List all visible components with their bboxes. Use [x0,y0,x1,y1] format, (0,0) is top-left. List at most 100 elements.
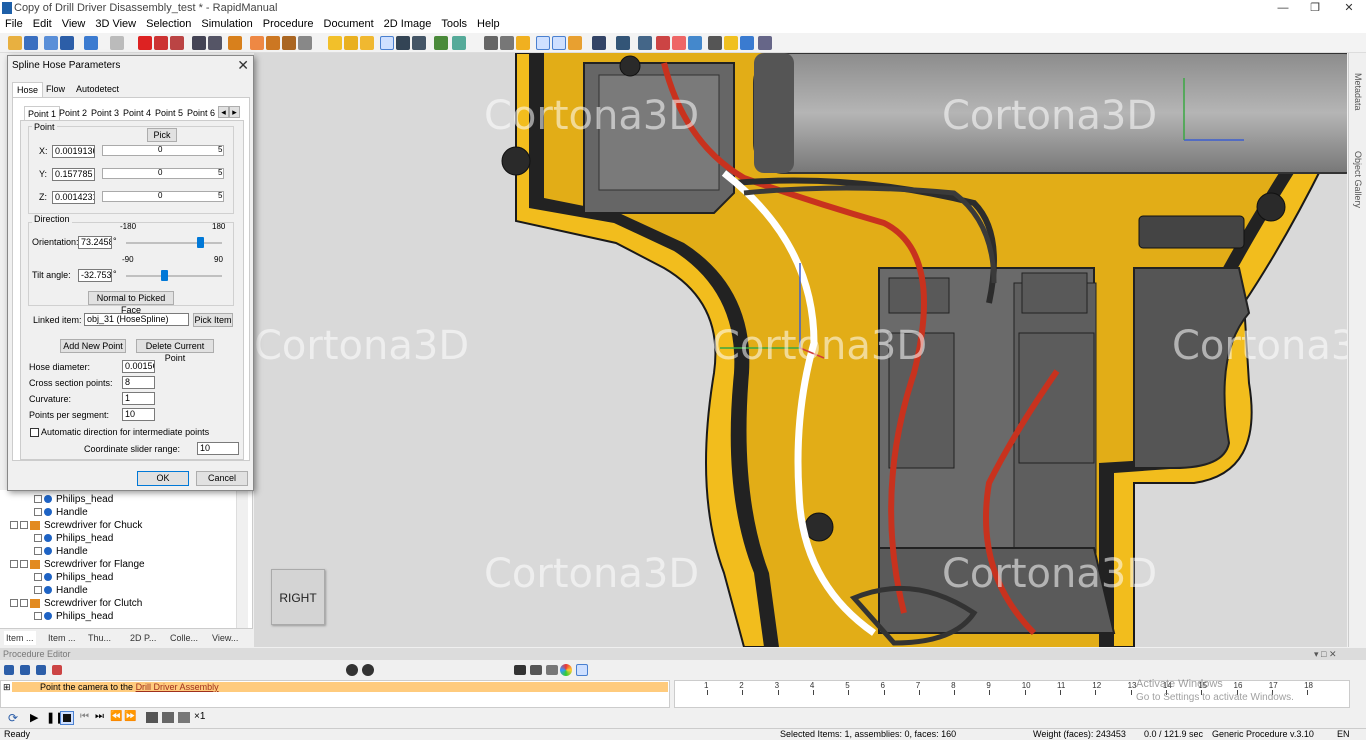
tab-point-6[interactable]: Point 6 [184,106,218,120]
snap-icon[interactable] [434,36,448,50]
ungroup-icon[interactable] [208,36,222,50]
settings-icon[interactable] [758,36,772,50]
step-link[interactable]: Drill Driver Assembly [136,682,219,692]
y-slider[interactable] [102,168,224,179]
side-tab-metadata[interactable]: Metadata [1353,73,1363,111]
camera-icon[interactable] [530,665,542,675]
menu-tools[interactable]: Tools [436,17,472,31]
normal-to-picked-face-button[interactable]: Normal to Picked Face [88,291,174,315]
tab-flow[interactable]: Flow [42,82,69,97]
render-icon[interactable] [592,36,606,50]
rotate-icon[interactable] [412,36,426,50]
cross-section-field[interactable]: 8 [122,376,155,389]
step-back-icon[interactable]: ⏮ [80,711,89,722]
tab-thumbnails[interactable]: Thu... [88,631,111,645]
pick-item-button[interactable]: Pick Item [193,313,233,327]
delete-step-icon[interactable] [52,665,62,675]
record-icon[interactable] [146,712,158,723]
curvature-field[interactable]: 1 [122,392,155,405]
x-slider[interactable] [102,145,224,156]
y-field[interactable]: 0.157785 [52,168,95,181]
zoom-in-icon[interactable] [346,664,358,676]
tab-scroll-right-icon[interactable]: ▸ [229,106,240,118]
camera-icon[interactable] [298,36,312,50]
3d-viewport[interactable]: Cortona3D Cortona3D Cortona3D Cortona3D … [254,53,1347,647]
tab-point-1[interactable]: Point 1 [24,106,61,120]
clipboard-icon[interactable] [546,665,558,675]
tree-item[interactable]: Philips_head [34,493,113,506]
minimize-icon[interactable]: — [1268,0,1298,17]
move-icon[interactable] [396,36,410,50]
pan-icon[interactable] [568,36,582,50]
select-arrow-icon[interactable] [380,36,394,50]
open-icon[interactable] [8,36,22,50]
tilt-slider-thumb[interactable] [160,270,168,281]
fast-forward-icon[interactable]: ⏩ [124,711,136,722]
color-icon[interactable] [560,664,572,676]
menu-view[interactable]: View [57,17,91,31]
slider-range-field[interactable]: 10 [197,442,239,455]
menu-2d-image[interactable]: 2D Image [379,17,437,31]
tab-collections[interactable]: Colle... [170,631,198,645]
highlight-icon[interactable] [724,36,738,50]
z-slider[interactable] [102,191,224,202]
procedure-step-row[interactable]: Point the camera to the Drill Driver Ass… [12,682,668,692]
group-icon[interactable] [192,36,206,50]
close-icon[interactable]: ✕ [1334,0,1364,17]
tab-point-5[interactable]: Point 5 [152,106,186,120]
image-icon[interactable] [514,665,526,675]
part-icon[interactable] [250,36,264,50]
ok-button[interactable]: OK [137,471,189,486]
menu-file[interactable]: File [0,17,28,31]
measure-icon[interactable] [656,36,670,50]
tilt-angle-field[interactable]: -32.753 [78,269,112,282]
view-cube[interactable]: RIGHT [271,569,325,625]
export-icon[interactable] [60,36,74,50]
tree-item[interactable]: Screwdriver for Flange [10,558,145,571]
tree-item[interactable]: Philips_head [34,610,113,623]
tab-item-tree[interactable]: Item ... [4,631,36,645]
assembly-icon[interactable] [228,36,242,50]
menu-3d-view[interactable]: 3D View [90,17,141,31]
x-field[interactable]: 0.0019136 [52,145,95,158]
menu-procedure[interactable]: Procedure [258,17,319,31]
orientation-slider-thumb[interactable] [197,237,205,248]
fit-icon[interactable] [536,36,550,50]
play-icon[interactable]: ▶ [30,711,38,724]
tree-item[interactable]: Handle [34,545,88,558]
orientation-slider[interactable] [126,242,222,244]
camera-step-icon[interactable] [162,712,174,723]
snapshot-icon[interactable] [178,712,190,723]
z-field[interactable]: 0.0014231 [52,191,95,204]
auto-direction-checkbox[interactable] [30,428,39,437]
tree-item[interactable]: Philips_head [34,571,113,584]
close-icon[interactable]: ✕ [237,57,249,74]
tree-item[interactable]: Philips_head [34,532,113,545]
material-icon[interactable] [740,36,754,50]
redo-icon[interactable] [110,36,124,50]
menu-document[interactable]: Document [319,17,379,31]
copy-step-icon[interactable] [36,665,46,675]
tree-scrollbar[interactable] [236,490,248,628]
panel-controls-icon[interactable]: ▾ □ ✕ [1314,649,1337,660]
cancel-button[interactable]: Cancel [196,471,248,486]
menu-simulation[interactable]: Simulation [196,17,257,31]
tree-item[interactable]: Screwdriver for Chuck [10,519,142,532]
tab-point-2[interactable]: Point 2 [56,106,90,120]
speed-icon[interactable]: ×1 [194,711,205,722]
grid-view-icon[interactable] [576,664,588,676]
tab-hose[interactable]: Hose [12,82,44,97]
menu-help[interactable]: Help [472,17,505,31]
light-icon[interactable] [282,36,296,50]
stop-icon[interactable] [60,711,74,725]
restore-icon[interactable]: ❐ [1300,0,1330,17]
new-step-icon[interactable] [4,665,14,675]
tab-item-list[interactable]: Item ... [48,631,76,645]
side-tab-object-gallery[interactable]: Object Gallery [1353,151,1363,208]
annotate-icon[interactable] [672,36,686,50]
delete-child-icon[interactable] [154,36,168,50]
hose-icon[interactable] [344,36,358,50]
shading-icon[interactable] [616,36,630,50]
cable-icon[interactable] [360,36,374,50]
view-iso-icon[interactable] [516,36,530,50]
